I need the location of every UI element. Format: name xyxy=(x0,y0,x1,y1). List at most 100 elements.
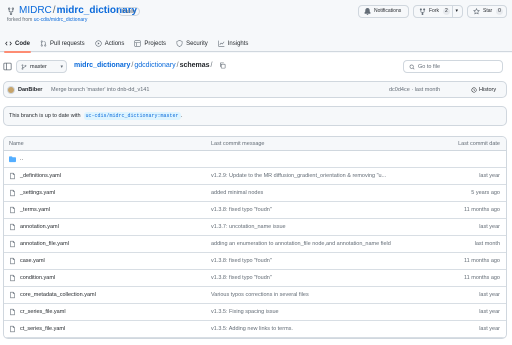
table-icon xyxy=(134,40,142,47)
visibility-badge: Public xyxy=(118,7,140,16)
forked-from-link[interactable]: uc-cdis/midrc_dictionary xyxy=(34,17,88,23)
file-icon xyxy=(10,274,15,282)
file-commit-message[interactable]: v1.3.5: Adding new links to terms. xyxy=(211,326,293,332)
file-name-link[interactable]: _terms.yaml xyxy=(20,207,50,213)
file-icon xyxy=(10,189,15,197)
file-commit-date: 11 months ago xyxy=(464,207,500,213)
star-button[interactable]: Star 0 xyxy=(467,5,507,18)
file-name-link[interactable]: core_metadata_collection.yaml xyxy=(20,292,96,298)
star-count: 0 xyxy=(496,8,503,15)
file-commit-date: 11 months ago xyxy=(464,275,500,281)
copy-icon[interactable] xyxy=(219,62,226,69)
file-commit-date: last year xyxy=(479,292,500,298)
file-name-link[interactable]: _definitions.yaml xyxy=(20,173,61,179)
graph-icon xyxy=(218,40,225,47)
search-icon xyxy=(409,64,415,69)
file-icon xyxy=(10,223,15,231)
notifications-button[interactable]: Notifications xyxy=(358,5,409,18)
file-name-link[interactable]: .. xyxy=(20,156,23,162)
file-commit-message[interactable]: v1.3.8: fixed typo "foudn" xyxy=(211,258,272,264)
file-table: Name Last commit message Last commit dat… xyxy=(3,136,507,339)
file-name-link[interactable]: case.yaml xyxy=(20,258,45,264)
file-name-link[interactable]: annotation_file.yaml xyxy=(20,241,69,247)
forked-prefix: forked from xyxy=(7,17,33,23)
file-row[interactable]: condition.yaml v1.3.8: fixed typo "foudn"… xyxy=(4,270,506,287)
file-icon xyxy=(10,240,15,248)
file-row[interactable]: _definitions.yaml v1.2.9: Update to the M… xyxy=(4,168,506,185)
file-icon xyxy=(10,308,15,316)
file-commit-date: last year xyxy=(479,309,500,315)
branch-status-text: This branch is up to date with xyxy=(9,113,81,119)
history-icon xyxy=(471,87,477,93)
file-row[interactable]: annotation.yaml v1.3.7: uncotation_name i… xyxy=(4,219,506,236)
shield-icon xyxy=(176,40,183,47)
file-commit-message[interactable]: v1.2.9: Update to the MR diffusion_gradi… xyxy=(211,173,386,179)
file-commit-message[interactable]: v1.3.5: Fixing spacing issue xyxy=(211,309,279,315)
forked-from: forked from uc-cdis/midrc_dictionary xyxy=(7,17,87,23)
file-row[interactable]: cr_series_file.yaml v1.3.5: Fixing spacin… xyxy=(4,304,506,321)
star-label: Star xyxy=(483,8,493,14)
tab-code[interactable]: Code xyxy=(0,35,35,53)
commit-message[interactable]: Merge branch 'master' into dnb-dd_v141 xyxy=(51,87,149,93)
file-commit-date: 11 months ago xyxy=(464,258,500,264)
file-icon xyxy=(10,325,15,333)
tab-label: Code xyxy=(15,40,30,47)
history-button[interactable]: History xyxy=(471,87,496,93)
breadcrumb-folder-link[interactable]: gdcdictionary xyxy=(134,62,175,69)
file-icon xyxy=(10,291,15,299)
tab-label: Pull requests xyxy=(50,40,85,47)
tab-projects[interactable]: Projects xyxy=(129,35,171,52)
branch-icon xyxy=(21,63,27,70)
fork-dropdown-icon[interactable]: ▾ xyxy=(451,6,461,17)
tab-label: Projects xyxy=(144,40,167,47)
tab-insights[interactable]: Insights xyxy=(213,35,254,52)
file-row[interactable]: core_metadata_collection.yaml Various typ… xyxy=(4,287,506,304)
notifications-label: Notifications xyxy=(374,8,402,14)
chevron-down-icon: ▾ xyxy=(60,63,63,70)
branch-status-suffix: . xyxy=(180,113,183,119)
file-row[interactable]: case.yaml v1.3.8: fixed typo "foudn" 11 mo… xyxy=(4,253,506,270)
file-row[interactable]: annotation_file.yaml adding an enumeratio… xyxy=(4,236,506,253)
branch-status-banner: This branch is up to date with uc-cdis/m… xyxy=(3,106,507,126)
branch-name: master xyxy=(30,63,47,70)
tab-label: Actions xyxy=(104,40,125,47)
file-row[interactable]: _terms.yaml v1.3.8: fixed typo "foudn" 11 … xyxy=(4,202,506,219)
tab-pull-requests[interactable]: Pull requests xyxy=(35,35,90,52)
file-name-link[interactable]: annotation.yaml xyxy=(20,224,59,230)
latest-commit-bar: DanBiber Merge branch 'master' into dnb-… xyxy=(3,81,507,98)
file-commit-date: last year xyxy=(479,173,500,179)
repo-owner-link[interactable]: MIDRC xyxy=(19,5,52,16)
fork-button[interactable]: Fork 2 ▾ xyxy=(413,5,463,18)
parent-directory-row[interactable]: .. xyxy=(4,151,506,168)
tab-security[interactable]: Security xyxy=(171,35,213,52)
tab-actions[interactable]: Actions xyxy=(90,35,130,52)
file-commit-message[interactable]: adding an enumeration to annotation_file… xyxy=(211,241,391,247)
file-row[interactable]: ct_series_file.yaml v1.3.5: Adding new li… xyxy=(4,321,506,338)
file-commit-message[interactable]: Various typos corrections in several fil… xyxy=(211,292,309,298)
go-to-file-input[interactable] xyxy=(418,63,498,70)
branch-selector[interactable]: master ▾ xyxy=(16,60,67,73)
column-header-name: Name xyxy=(9,141,24,147)
breadcrumb-separator: / xyxy=(210,62,213,69)
file-name-link[interactable]: cr_series_file.yaml xyxy=(20,309,66,315)
repo-tabs: Code Pull requests Actions Projects Secu… xyxy=(0,35,254,53)
file-name-link[interactable]: condition.yaml xyxy=(20,275,55,281)
breadcrumb-separator: / xyxy=(176,62,179,69)
file-row[interactable]: _settings.yaml added minimal nodes 5 years… xyxy=(4,185,506,202)
file-name-link[interactable]: _settings.yaml xyxy=(20,190,55,196)
sidebar-expand-icon[interactable] xyxy=(3,62,12,71)
avatar[interactable] xyxy=(7,86,15,94)
file-commit-message[interactable]: added minimal nodes xyxy=(211,190,263,196)
column-header-date: Last commit date xyxy=(458,141,500,147)
upstream-ref-link[interactable]: uc-cdis/midrc_dictionary:master xyxy=(83,112,181,120)
file-name-link[interactable]: ct_series_file.yaml xyxy=(20,326,65,332)
file-commit-date: last year xyxy=(479,224,500,230)
breadcrumb-root-link[interactable]: midrc_dictionary xyxy=(74,62,130,69)
file-commit-message[interactable]: v1.3.8: fixed typo "foudn" xyxy=(211,275,272,281)
commit-hash-time[interactable]: dc0d4ce · last month xyxy=(389,87,440,93)
file-commit-message[interactable]: v1.3.7: uncotation_name issue xyxy=(211,224,286,230)
file-commit-message[interactable]: v1.3.8: fixed typo "foudn" xyxy=(211,207,272,213)
go-to-file-search[interactable] xyxy=(403,60,503,73)
file-rows: .. _definitions.yaml v1.2.9: Update to the… xyxy=(4,151,506,338)
commit-author[interactable]: DanBiber xyxy=(18,87,42,93)
